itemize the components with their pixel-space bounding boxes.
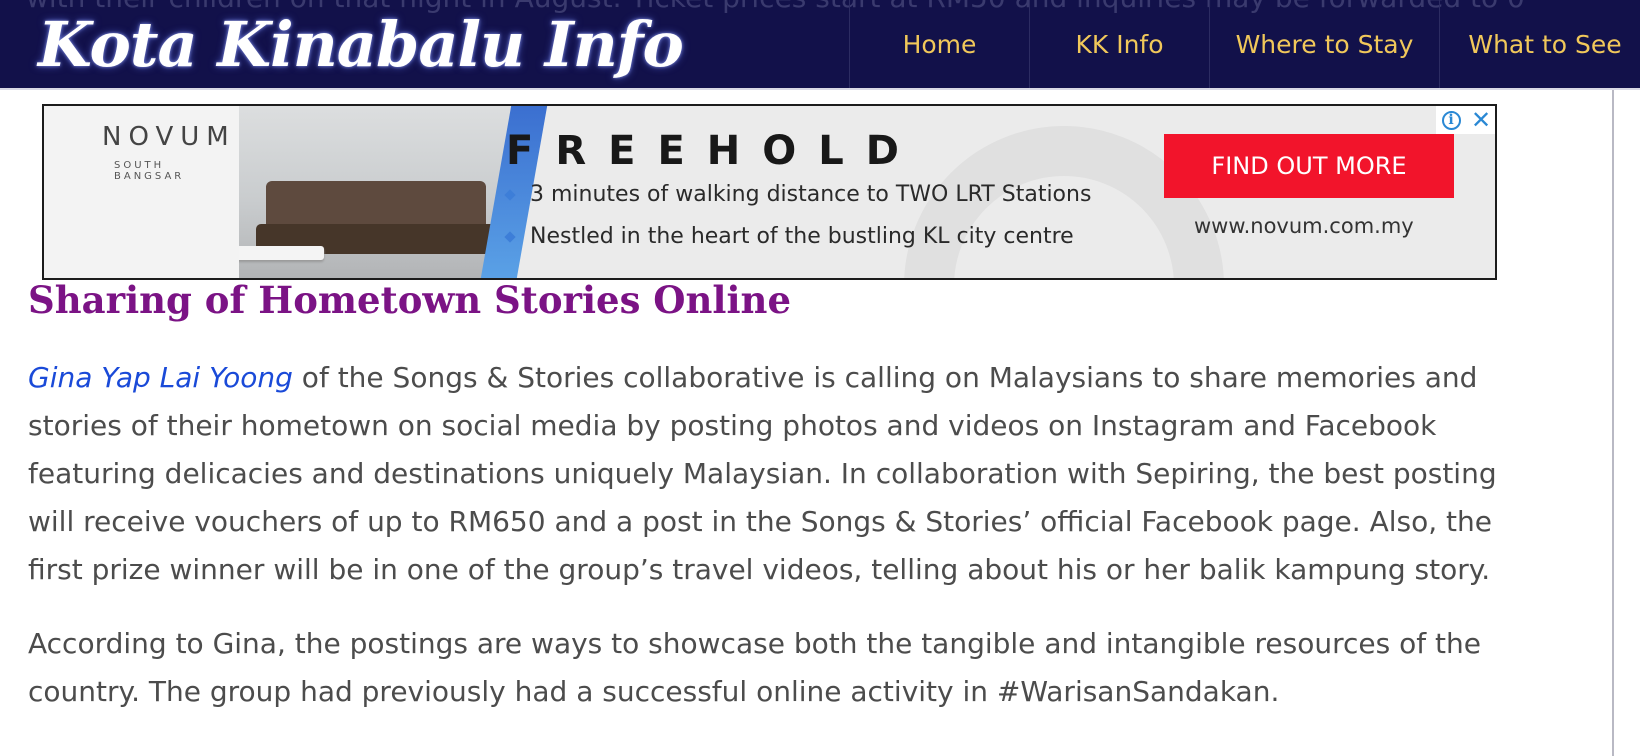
ad-choices-controls: i ✕ — [1436, 106, 1495, 134]
main-nav: Home KK Info Where to Stay What to See — [849, 0, 1640, 88]
article-paragraph: According to Gina, the postings are ways… — [28, 627, 1481, 708]
site-logo[interactable]: Kota Kinabalu Info — [38, 6, 684, 84]
site-header: with their children on that night in Aug… — [0, 0, 1640, 88]
ad-logo-panel: NOVUM SOUTH BANGSAR — [44, 106, 239, 278]
nav-where-to-stay[interactable]: Where to Stay — [1209, 0, 1439, 88]
info-icon: i — [1441, 110, 1461, 130]
ad-bullet: Nestled in the heart of the bustling KL … — [504, 224, 1074, 249]
content-right-border — [1612, 90, 1614, 756]
article-title: Sharing of Hometown Stories Online — [28, 278, 791, 322]
nav-what-to-see[interactable]: What to See — [1439, 0, 1640, 88]
ad-info-button[interactable]: i — [1436, 106, 1466, 134]
diamond-bullet-icon — [504, 188, 516, 201]
ad-brand-logo: NOVUM — [102, 122, 236, 152]
paragraph-text: of the Songs & Stories collaborative is … — [28, 361, 1497, 586]
ad-url[interactable]: www.novum.com.my — [1194, 214, 1414, 238]
ad-brand-subtitle: SOUTH BANGSAR — [114, 160, 185, 182]
ad-bullet: 3 minutes of walking distance to TWO LRT… — [504, 182, 1092, 207]
nav-home[interactable]: Home — [849, 0, 1029, 88]
ad-bullet-text: Nestled in the heart of the bustling KL … — [530, 224, 1074, 249]
ad-bullet-text: 3 minutes of walking distance to TWO LRT… — [530, 182, 1092, 207]
diamond-bullet-icon — [504, 230, 516, 243]
ad-headline: FREEHOLD — [506, 128, 921, 174]
nav-kk-info[interactable]: KK Info — [1029, 0, 1209, 88]
header-divider — [0, 88, 1640, 90]
article-paragraph: Gina Yap Lai Yoong of the Songs & Storie… — [28, 354, 1508, 594]
author-link[interactable]: Gina Yap Lai Yoong — [28, 361, 293, 394]
ad-find-out-more-button[interactable]: FIND OUT MORE — [1164, 134, 1454, 198]
close-icon[interactable]: ✕ — [1466, 106, 1495, 134]
banner-ad[interactable]: NOVUM SOUTH BANGSAR FREEHOLD 3 minutes o… — [42, 104, 1497, 280]
